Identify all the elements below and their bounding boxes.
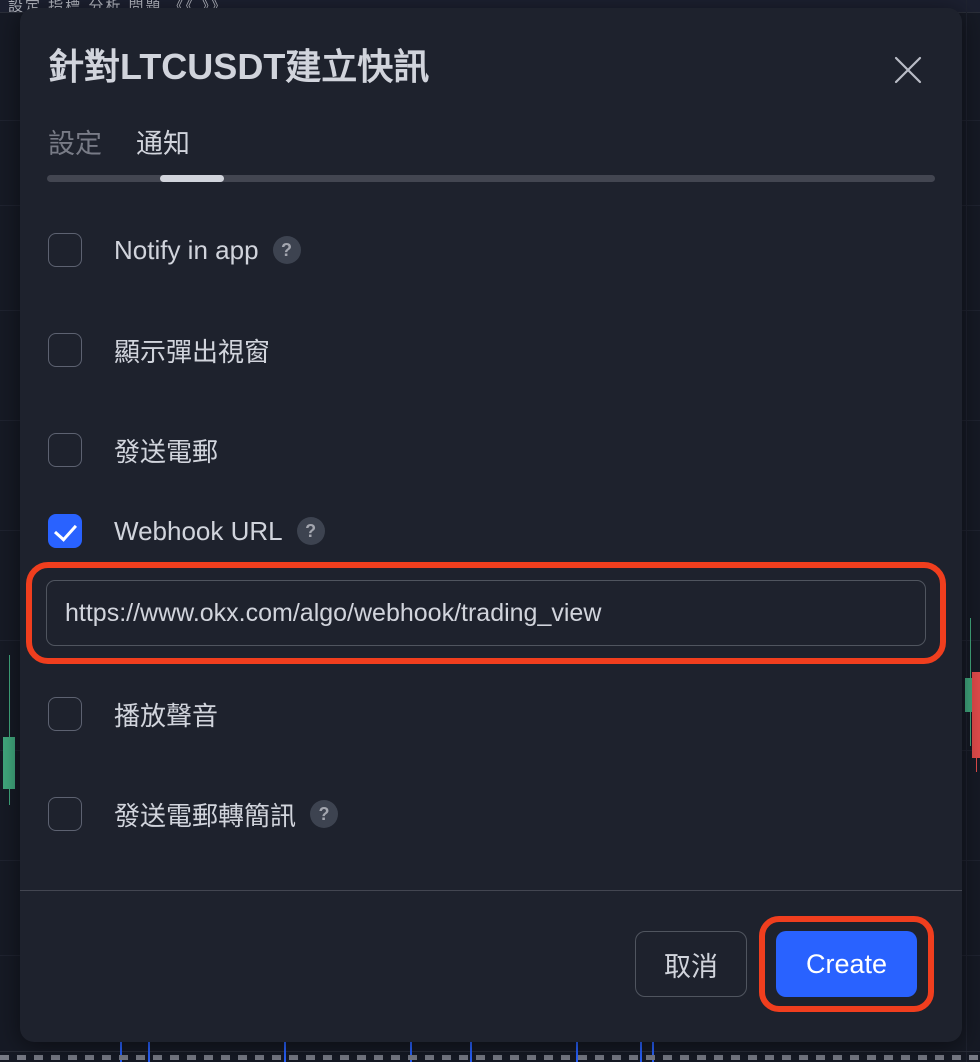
checkbox-play-sound[interactable] [48,697,82,731]
close-icon[interactable] [886,48,930,92]
time-axis [0,1055,980,1060]
candlestick [3,655,15,805]
label-show-popup[interactable]: 顯示彈出視窗 [114,332,270,369]
tab-indicator-thumb[interactable] [160,175,224,182]
create-alert-dialog: 針對LTCUSDT建立快訊 設定 通知 Notify in app ? 顯示彈出… [20,8,962,1042]
dialog-footer: 取消 Create [20,890,962,1042]
candle-body [3,737,15,789]
label-play-sound[interactable]: 播放聲音 [114,696,218,733]
create-button[interactable]: Create [775,931,917,997]
webhook-url-annotation [26,562,946,664]
option-row-webhook-url[interactable]: Webhook URL ? [48,500,934,562]
option-row-show-popup[interactable]: 顯示彈出視窗 [48,300,934,400]
checkbox-send-email[interactable] [48,433,82,467]
tab-indicator-track[interactable] [47,175,935,182]
grid-line [966,0,967,1062]
checkbox-notify-in-app[interactable] [48,233,82,267]
candle-body [972,672,980,758]
dialog-tabs: 設定 通知 [20,92,962,182]
dialog-body: Notify in app ? 顯示彈出視窗 發送電郵 Webhook URL … [20,182,962,890]
label-send-email[interactable]: 發送電郵 [114,432,218,469]
candlestick [972,672,980,772]
create-button-annotation: Create [758,916,934,1012]
option-row-send-email[interactable]: 發送電郵 [48,400,934,500]
webhook-url-input[interactable] [46,580,926,646]
volume-axis [0,1051,980,1052]
label-webhook-url[interactable]: Webhook URL [114,516,283,547]
option-row-play-sound[interactable]: 播放聲音 [48,664,934,764]
help-icon[interactable]: ? [272,236,301,264]
option-row-notify-in-app[interactable]: Notify in app ? [48,200,934,300]
tab-settings[interactable]: 設定 [48,122,102,171]
checkbox-email-to-sms[interactable] [48,797,82,831]
checkbox-show-popup[interactable] [48,333,82,367]
help-icon[interactable]: ? [296,517,325,545]
label-email-to-sms[interactable]: 發送電郵轉簡訊 [114,796,296,833]
help-icon[interactable]: ? [310,800,339,828]
dialog-title: 針對LTCUSDT建立快訊 [48,46,430,87]
option-row-email-to-sms[interactable]: 發送電郵轉簡訊 ? [48,764,934,864]
tab-notifications[interactable]: 通知 [136,122,190,171]
dialog-header: 針對LTCUSDT建立快訊 [20,8,962,92]
label-notify-in-app[interactable]: Notify in app [114,235,259,266]
cancel-button[interactable]: 取消 [634,931,747,997]
checkbox-webhook-url[interactable] [48,514,82,548]
